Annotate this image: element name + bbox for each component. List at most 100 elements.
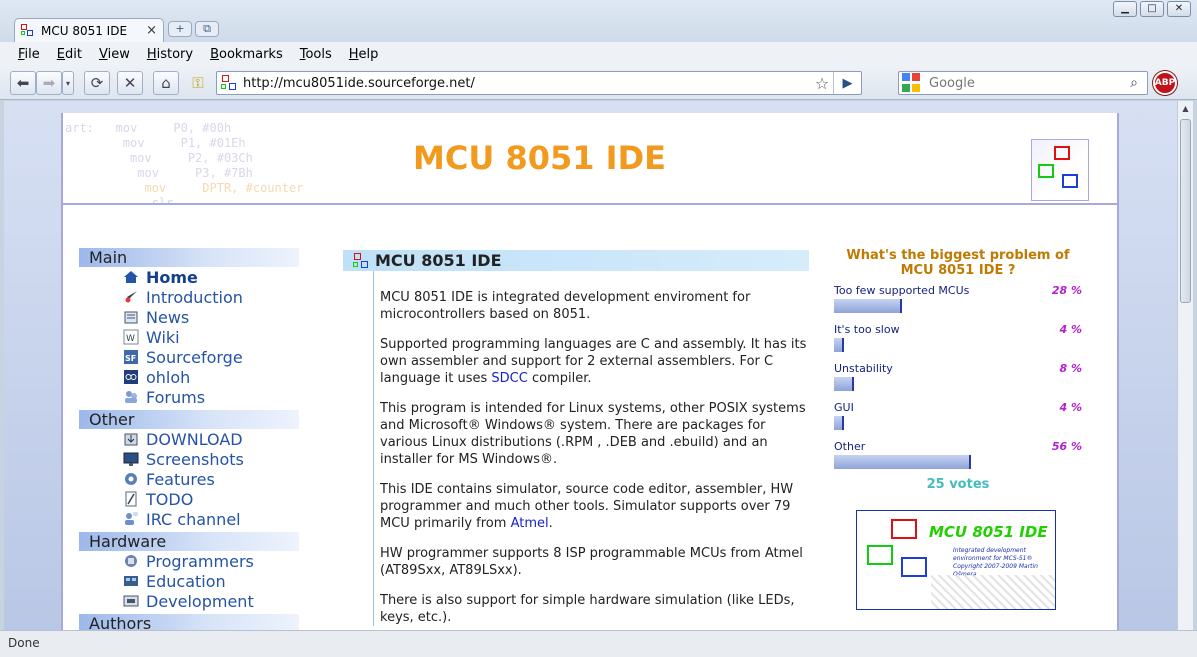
key-icon[interactable]: ⚿ xyxy=(185,71,211,95)
forward-button[interactable]: ➡ xyxy=(36,71,62,95)
tab-title: MCU 8051 IDE xyxy=(41,23,128,38)
tab-close-icon[interactable]: × xyxy=(146,23,157,38)
sidebar-item-label: Programmers xyxy=(146,551,254,571)
close-window-button[interactable]: ✕ xyxy=(1167,1,1191,17)
gear-icon xyxy=(123,471,139,487)
page-viewport: art: mov P0, #00h mov P1, #01Eh mov P2, … xyxy=(4,101,1177,630)
poll-votes: 25 votes xyxy=(926,477,990,492)
main-content: MCU 8051 IDE MCU 8051 IDE is integrated … xyxy=(343,250,809,630)
sidebar-item-label: Home xyxy=(146,267,198,287)
sidebar-section-main: Main xyxy=(79,248,299,267)
sidebar-item-programmers[interactable]: Programmers xyxy=(79,551,299,571)
maximize-button[interactable]: □ xyxy=(1140,1,1164,17)
sidebar-item-label: Sourceforge xyxy=(146,347,243,367)
menu-tools[interactable]: Tools xyxy=(300,47,332,62)
adblock-plus-icon[interactable]: ABP xyxy=(1153,71,1177,95)
stop-button[interactable]: ✕ xyxy=(117,71,143,95)
asm-line: clr xyxy=(65,196,210,205)
sidebar-item-label: Features xyxy=(146,469,215,489)
sidebar-item-wiki[interactable]: W Wiki xyxy=(79,327,299,347)
sidebar-item-home[interactable]: Home xyxy=(79,267,299,287)
poll-option-label[interactable]: It's too slow xyxy=(834,323,900,337)
scroll-up-icon[interactable]: ▲ xyxy=(1178,101,1193,117)
devboard-icon xyxy=(123,593,139,609)
banner-title: MCU 8051 IDE xyxy=(929,523,1048,541)
poll-option-bar xyxy=(834,338,844,352)
tab-list-button[interactable]: ⧉ xyxy=(195,21,219,37)
paragraph-text: . xyxy=(548,516,553,531)
poll-option[interactable]: GUI 4 % xyxy=(834,401,1082,430)
scrollbar-thumb[interactable] xyxy=(1180,119,1191,303)
sidebar-item-news[interactable]: News xyxy=(79,307,299,327)
address-bar[interactable]: http://mcu8051ide.sourceforge.net/ ☆ ▶ xyxy=(216,71,862,95)
header-asm-background: art: mov P0, #00h mov P1, #01Eh mov P2, … xyxy=(65,121,303,205)
menu-help[interactable]: Help xyxy=(349,47,379,62)
sidebar-item-features[interactable]: Features xyxy=(79,469,299,489)
poll-option-label[interactable]: GUI xyxy=(834,401,854,415)
menu-edit[interactable]: Edit xyxy=(57,47,82,62)
poll-options: Too few supported MCUs 28 % It's too slow… xyxy=(834,284,1082,469)
site-logo-icon[interactable] xyxy=(1031,139,1089,201)
poll-option-label[interactable]: Unstability xyxy=(834,362,893,376)
arrow-right-icon: ➡ xyxy=(42,74,56,92)
menu-file[interactable]: File xyxy=(18,47,40,62)
sidebar-item-ohloh[interactable]: ohloh xyxy=(79,367,299,387)
history-dropdown-button[interactable]: ▾ xyxy=(62,71,74,95)
url-text[interactable]: http://mcu8051ide.sourceforge.net/ xyxy=(243,76,811,91)
promo-banner[interactable]: MCU 8051 IDE Integrated development envi… xyxy=(856,510,1056,610)
sidebar-item-label: Introduction xyxy=(146,287,243,307)
content-heading-bar: MCU 8051 IDE xyxy=(343,250,809,271)
asm-line: mov P2, #03Ch xyxy=(65,151,253,165)
paragraph-tools: This IDE contains simulator, source code… xyxy=(380,481,809,532)
poll-option[interactable]: Unstability 8 % xyxy=(834,362,1082,391)
sidebar-item-sourceforge[interactable]: SF Sourceforge xyxy=(79,347,299,367)
sidebar-item-introduction[interactable]: Introduction xyxy=(79,287,299,307)
search-icon[interactable]: ⌕ xyxy=(1121,75,1147,91)
vertical-scrollbar[interactable]: ▲ xyxy=(1177,101,1193,630)
site-title: MCU 8051 IDE xyxy=(413,139,666,177)
sidebar-item-education[interactable]: Education xyxy=(79,571,299,591)
bookmark-star-icon[interactable]: ☆ xyxy=(811,74,833,93)
chat-users-icon xyxy=(123,511,139,527)
sidebar-item-download[interactable]: DOWNLOAD xyxy=(79,429,299,449)
poll-option-label[interactable]: Other xyxy=(834,440,865,454)
back-button[interactable]: ⬅ xyxy=(10,71,36,95)
stop-icon: ✕ xyxy=(123,74,137,92)
search-input[interactable] xyxy=(923,75,1121,91)
poll-option-label[interactable]: Too few supported MCUs xyxy=(834,284,969,298)
poll-option[interactable]: Too few supported MCUs 28 % xyxy=(834,284,1082,313)
sidebar-item-development[interactable]: Development xyxy=(79,591,299,611)
status-bar: Done xyxy=(0,630,1197,657)
sidebar-item-todo[interactable]: TODO xyxy=(79,489,299,509)
poll-option[interactable]: It's too slow 4 % xyxy=(834,323,1082,352)
sidebar-item-screenshots[interactable]: Screenshots xyxy=(79,449,299,469)
browser-tab[interactable]: MCU 8051 IDE × xyxy=(14,18,164,42)
users-icon xyxy=(123,389,139,405)
poll-option-percent: 28 % xyxy=(1051,284,1082,297)
poll-option-bar xyxy=(834,455,971,469)
reload-button[interactable]: ⟳ xyxy=(84,71,110,95)
sourceforge-icon: SF xyxy=(123,349,139,365)
home-icon: ⌂ xyxy=(161,74,171,92)
search-box[interactable]: ⌕ xyxy=(898,71,1148,95)
poll-option[interactable]: Other 56 % xyxy=(834,440,1082,469)
menu-bar: File Edit View History Bookmarks Tools H… xyxy=(0,42,1197,66)
home-icon xyxy=(123,269,139,285)
monitor-icon xyxy=(123,451,139,467)
board-icon xyxy=(123,573,139,589)
sidebar-item-irc-channel[interactable]: IRC channel xyxy=(79,509,299,529)
ohloh-icon xyxy=(123,369,139,385)
site-header: art: mov P0, #00h mov P1, #01Eh mov P2, … xyxy=(63,113,1117,205)
new-tab-button[interactable]: + xyxy=(168,21,192,37)
sidebar-item-forums[interactable]: Forums xyxy=(79,387,299,407)
menu-bookmarks[interactable]: Bookmarks xyxy=(210,47,283,62)
menu-view[interactable]: View xyxy=(99,47,130,62)
sidebar-section-other: Other xyxy=(79,410,299,429)
app-logo-icon xyxy=(353,252,369,269)
home-button[interactable]: ⌂ xyxy=(153,71,179,95)
go-button[interactable]: ▶ xyxy=(833,72,861,94)
atmel-link[interactable]: Atmel xyxy=(511,516,549,531)
sdcc-link[interactable]: SDCC xyxy=(491,371,527,386)
menu-history[interactable]: History xyxy=(147,47,193,62)
minimize-button[interactable]: ▁ xyxy=(1113,1,1137,17)
